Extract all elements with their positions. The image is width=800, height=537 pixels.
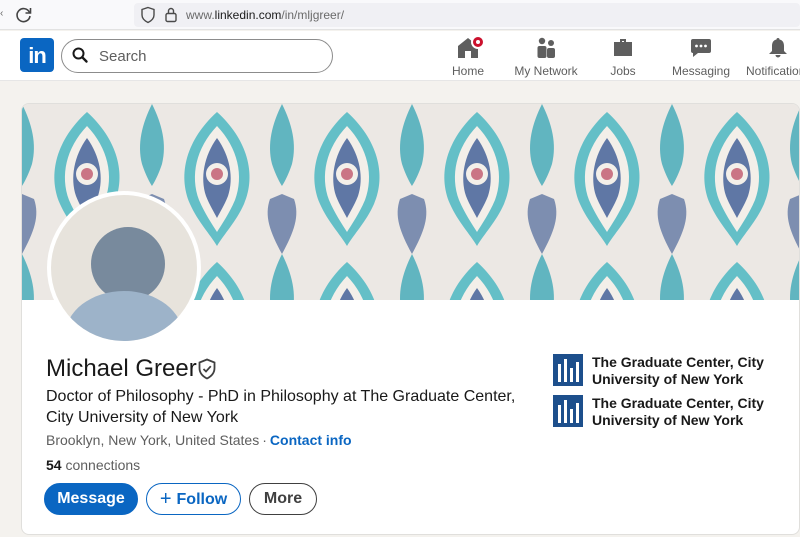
- connections-count[interactable]: 54 connections: [46, 457, 140, 473]
- connections-number: 54: [46, 457, 62, 473]
- nav-messaging[interactable]: Messaging: [670, 34, 732, 80]
- nav-jobs-label: Jobs: [610, 64, 636, 78]
- school-name: The Graduate Center, City University of …: [592, 354, 764, 387]
- verified-shield-icon[interactable]: [197, 358, 217, 380]
- follow-label: Follow: [176, 491, 228, 508]
- linkedin-logo[interactable]: in: [20, 38, 54, 72]
- profile-headline: Doctor of Philosophy - PhD in Philosophy…: [46, 388, 516, 426]
- notification-badge: [471, 35, 485, 49]
- nav-notifications[interactable]: Notifications: [746, 34, 800, 80]
- message-button[interactable]: Message: [44, 483, 138, 515]
- nav-home-label: Home: [451, 64, 484, 78]
- connections-label: connections: [65, 457, 141, 473]
- profile-location: Brooklyn, New York, United States: [46, 432, 260, 448]
- nav-jobs[interactable]: Jobs: [604, 34, 642, 80]
- plus-icon: +: [159, 488, 172, 510]
- profile-photo[interactable]: [47, 191, 201, 345]
- nav-home[interactable]: Home: [446, 34, 490, 80]
- nav-messaging-label: Messaging: [671, 64, 731, 78]
- education-item[interactable]: The Graduate Center, City University of …: [553, 395, 783, 431]
- default-avatar-icon: [51, 195, 197, 341]
- more-button[interactable]: More: [249, 483, 317, 515]
- url-prefix: www.: [186, 8, 215, 22]
- profile-location-line: Brooklyn, New York, United States · Contac…: [46, 432, 352, 448]
- follow-button[interactable]: + Follow: [146, 483, 241, 515]
- back-edge-icon: ‹: [0, 8, 4, 19]
- contact-info-link[interactable]: Contact info: [270, 432, 352, 448]
- profile-card: Michael Greer Doctor of Philosophy - PhD…: [21, 103, 800, 535]
- search-input[interactable]: [99, 46, 319, 66]
- separator-dot: ·: [262, 432, 267, 448]
- network-icon: [537, 37, 555, 58]
- lock-icon[interactable]: [164, 6, 178, 24]
- chat-icon: [691, 39, 711, 57]
- nav-notifications-label: Notifications: [746, 64, 800, 78]
- school-logo-icon: [553, 354, 583, 386]
- browser-toolbar: ‹ www.linkedin.com/in/mljgreer/: [0, 0, 800, 30]
- briefcase-icon: [614, 39, 632, 56]
- url-path: /in/mljgreer/: [281, 8, 345, 22]
- education-item[interactable]: The Graduate Center, City University of …: [553, 354, 783, 390]
- url-domain: linkedin.com: [214, 8, 282, 22]
- reload-icon[interactable]: [14, 5, 34, 25]
- bell-icon: [769, 38, 787, 58]
- nav-my-network[interactable]: My Network: [512, 34, 580, 80]
- url-text[interactable]: www.linkedin.com/in/mljgreer/: [186, 8, 344, 22]
- nav-my-network-label: My Network: [514, 64, 578, 78]
- school-logo-icon: [553, 395, 583, 427]
- tracking-protection-shield-icon[interactable]: [140, 6, 156, 24]
- school-name: The Graduate Center, City University of …: [592, 395, 764, 428]
- profile-name: Michael Greer: [46, 355, 197, 382]
- search-icon: [72, 47, 88, 63]
